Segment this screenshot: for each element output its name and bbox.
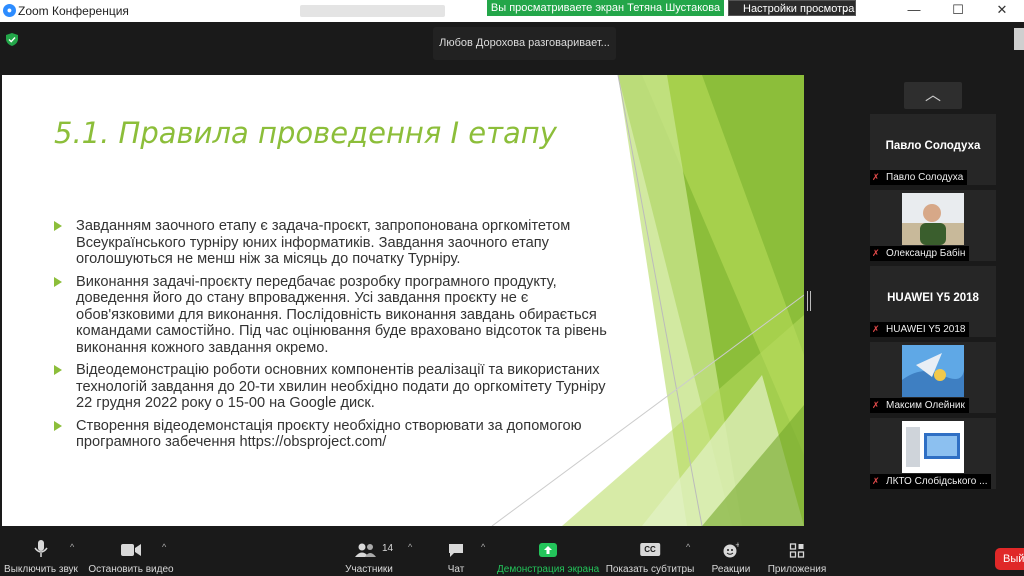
participants-label: Участники [345,564,393,575]
scroll-up-button[interactable]: ︿ [904,82,962,109]
participant-name-label: ✗ Максим Олейник [870,398,969,413]
video-camera-icon [121,544,141,556]
view-options-label: Настройки просмотра [743,3,855,15]
participant-display-name: Павло Солодуха [885,140,981,152]
stop-video-button[interactable]: Остановить видео [86,534,176,576]
chevron-up-icon[interactable]: ^ [408,542,412,552]
participants-icon [355,543,376,557]
mute-button[interactable]: Выключить звук [0,534,82,576]
slide-bullet: Створення відеодемонстація проєкту необх… [54,418,614,451]
chat-icon [449,544,463,557]
captions-button[interactable]: CC Показать субтитры [605,534,695,576]
mic-muted-icon: ✗ [872,476,880,486]
view-options-button[interactable]: Настройки просмотра ⌄ [728,0,856,16]
chevron-up-icon[interactable]: ^ [70,542,74,552]
mute-label: Выключить звук [4,564,78,575]
splitter-handle[interactable] [807,291,811,311]
panel-toggle-icon[interactable] [1014,28,1024,50]
meeting-toolbar: Выключить звук ^ Остановить видео ^ 14 У… [0,534,1024,576]
video-label: Остановить видео [88,564,174,575]
sharing-banner: Вы просматриваете экран Тетяна Шустакова [487,0,724,16]
captions-label: Показать субтитры [605,564,695,575]
bullet-arrow-icon [54,365,62,375]
apps-button[interactable]: Приложения [766,534,828,576]
close-button[interactable]: ✕ [980,0,1024,22]
participant-tile[interactable]: ✗ Олександр Бабін [870,190,996,261]
participant-video [902,193,964,245]
participants-button[interactable]: 14 Участники [340,534,398,576]
bullet-text: Виконання задачі-проєкту передбачає розр… [76,273,607,356]
share-screen-button[interactable]: Демонстрация экрана [497,534,599,576]
chevron-up-icon[interactable]: ^ [481,542,485,552]
slide-bullet: Виконання задачі-проєкту передбачає розр… [54,274,614,357]
bullet-arrow-icon [54,420,62,431]
participant-name-label: ✗ HUAWEI Y5 2018 [870,322,970,337]
bullet-text: Створення відеодемонстація проєкту необх… [76,417,582,451]
minimize-button[interactable]: — [892,0,936,22]
maximize-button[interactable]: ☐ [936,0,980,22]
participants-count: 14 [382,543,394,554]
participant-name-label: ✗ Павло Солодуха [870,170,968,185]
active-speaker-label: Любов Дорохова разговаривает... [433,27,616,60]
shared-screen-slide: 5.1. Правила проведення І етапу Завдання… [2,75,804,526]
participant-tile[interactable]: HUAWEI Y5 2018 ✗ HUAWEI Y5 2018 [870,266,996,337]
participant-display-name: HUAWEI Y5 2018 [887,292,979,304]
apps-icon [789,543,805,558]
slide-title: 5.1. Правила проведення І етапу [54,116,557,150]
chat-label: Чат [447,564,465,575]
bullet-arrow-icon [54,276,62,287]
title-placeholder [300,5,445,17]
mic-muted-icon: ✗ [872,324,880,334]
participant-name-label: ✗ ЛКТО Слобідського ... [870,474,992,489]
zoom-logo-icon: ● [3,4,16,17]
chevron-up-icon: ︿ [924,87,941,104]
chevron-up-icon[interactable]: ^ [162,542,166,552]
chevron-down-icon: ⌄ [841,4,849,14]
window-title: Zoom Конференция [18,4,129,18]
shield-icon[interactable] [6,33,18,46]
mic-muted-icon: ✗ [872,172,880,182]
chevron-up-icon[interactable]: ^ [686,542,690,552]
share-screen-icon [539,543,557,557]
title-bar: ● Zoom Конференция Вы просматриваете экр… [0,0,1024,22]
participant-tile[interactable]: ✗ Максим Олейник [870,342,996,413]
reactions-label: Реакции [711,564,751,575]
reactions-button[interactable]: + Реакции [708,534,754,576]
slide-bullet: Відеодемонстрацію роботи основних компон… [54,362,614,412]
participant-tile[interactable]: ✗ ЛКТО Слобідського ... [870,418,996,489]
slide-bullet-list: Завданням заочного етапу є задача-проєкт… [54,218,614,457]
share-label: Демонстрация экрана [497,564,600,575]
participant-video [902,421,964,473]
svg-text:+: + [735,542,739,549]
bullet-text: Завданням заочного етапу є задача-проєкт… [76,218,571,267]
microphone-icon [34,540,48,557]
apps-label: Приложения [767,564,827,575]
bullet-text: Відеодемонстрацію роботи основних компон… [76,362,606,411]
mic-muted-icon: ✗ [872,248,880,258]
smiley-plus-icon: + [723,542,739,558]
participant-tile[interactable]: Павло Солодуха ✗ Павло Солодуха [870,114,996,185]
bullet-arrow-icon [54,221,62,231]
chat-button[interactable]: Чат [440,534,472,576]
leave-meeting-button[interactable]: Выйти [995,548,1024,570]
participant-name-label: ✗ Олександр Бабін [870,246,970,261]
participant-video [902,345,964,397]
slide-bullet: Завданням заочного етапу є задача-проєкт… [54,218,614,268]
closed-captions-icon: CC [640,543,660,556]
mic-muted-icon: ✗ [872,400,880,410]
